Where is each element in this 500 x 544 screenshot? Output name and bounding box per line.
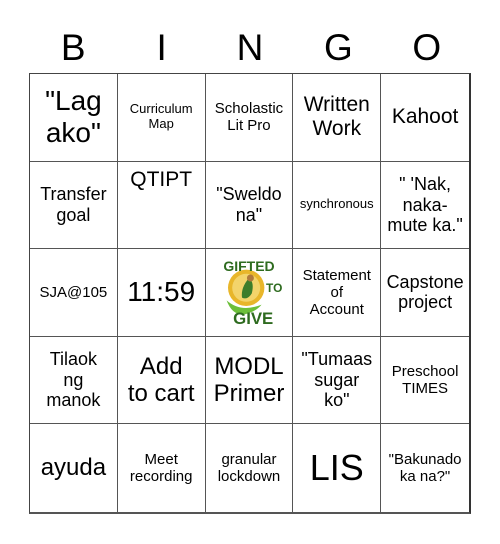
svg-text:GIVE: GIVE (233, 310, 273, 328)
bingo-cell[interactable]: "Lag ako" (30, 74, 118, 162)
bingo-cell[interactable]: 11:59 (117, 249, 206, 337)
bingo-cell[interactable]: Transfer goal (30, 161, 118, 250)
bingo-cell[interactable]: Curriculum Map (117, 74, 206, 162)
bingo-cell[interactable]: Statement of Account (293, 249, 382, 337)
bingo-cell[interactable]: SJA@105 (30, 249, 118, 337)
header-letter-b: B (60, 27, 86, 68)
bingo-cell[interactable]: Add to cart (117, 336, 206, 425)
bingo-cell[interactable]: ayuda (30, 424, 118, 512)
header-letter-g: G (324, 27, 353, 68)
bingo-cell[interactable]: synchronous (293, 161, 382, 250)
svg-text:TO: TO (266, 281, 282, 295)
header-letter-i: I (156, 27, 167, 68)
header-letter-o: O (412, 27, 442, 68)
bingo-cell[interactable]: granular lockdown (206, 424, 294, 512)
gifted-to-give-logo-icon: GIFTED TO GIVE (223, 258, 282, 328)
bingo-cell[interactable]: "Sweldo na" (205, 161, 294, 250)
bingo-cell[interactable]: LIS (293, 424, 382, 512)
svg-text:GIFTED: GIFTED (223, 258, 274, 274)
bingo-cell[interactable]: QTIPT (117, 161, 206, 250)
bingo-cell[interactable]: Tilaok ng manok (30, 336, 118, 425)
bingo-header: B I N G O (29, 24, 471, 72)
bingo-cell[interactable]: "Tumaas sugar ko" (293, 336, 382, 425)
bingo-grid: "Lag ako" Curriculum Map Scholastic Lit … (29, 73, 471, 514)
bingo-cell[interactable]: Meet recording (118, 424, 206, 512)
bingo-cell[interactable]: Scholastic Lit Pro (205, 74, 294, 162)
bingo-cell[interactable]: Capstone project (381, 249, 469, 337)
header-letter-n: N (236, 27, 264, 68)
bingo-cell[interactable]: Kahoot (381, 74, 469, 162)
bingo-cell[interactable]: " 'Nak, naka- mute ka." (381, 162, 469, 250)
free-space-cell[interactable]: GIFTED TO GIVE (205, 249, 294, 337)
bingo-cell[interactable]: Preschool TIMES (381, 337, 469, 425)
bingo-cell[interactable]: MODL Primer (205, 336, 294, 425)
bingo-cell[interactable]: "Bakunado ka na?" (381, 424, 469, 512)
bingo-cell[interactable]: Written Work (293, 74, 382, 162)
